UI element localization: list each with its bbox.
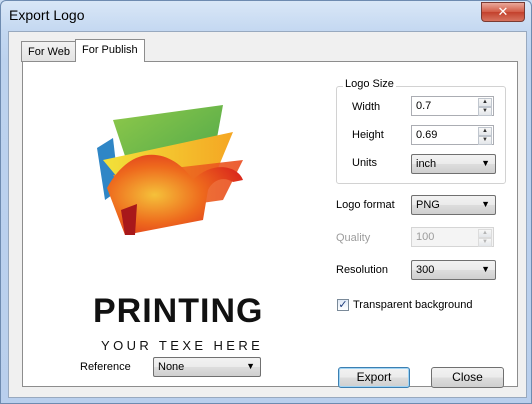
close-button[interactable]: Close	[431, 367, 504, 388]
spin-up-icon: ▲	[478, 229, 492, 238]
resolution-label: Resolution	[336, 264, 388, 276]
export-button[interactable]: Export	[338, 367, 410, 388]
spin-down-icon[interactable]: ▼	[478, 136, 492, 145]
spin-up-icon[interactable]: ▲	[478, 127, 492, 136]
logo-format-label: Logo format	[336, 199, 395, 211]
logo-tagline-text: YOUR TEXE HERE	[101, 338, 264, 353]
window-close-button[interactable]: ✕	[481, 2, 525, 22]
logo-format-select[interactable]: PNG ▼	[411, 195, 496, 215]
window-title: Export Logo	[9, 7, 85, 23]
chevron-down-icon: ▼	[481, 264, 490, 274]
resolution-select[interactable]: 300 ▼	[411, 260, 496, 280]
logo-format-value: PNG	[416, 199, 440, 211]
chevron-down-icon: ▼	[481, 199, 490, 209]
transparent-background-label[interactable]: Transparent background	[353, 299, 472, 311]
transparent-background-checkbox[interactable]: ✓	[337, 299, 349, 311]
width-value: 0.7	[416, 100, 432, 112]
width-label: Width	[352, 101, 381, 113]
reference-select[interactable]: None ▼	[153, 357, 261, 377]
quality-value: 100	[416, 231, 435, 243]
logo-preview-graphic	[97, 105, 243, 235]
quality-spinner: 100 ▲ ▼	[411, 227, 494, 247]
tab-for-web[interactable]: For Web	[21, 41, 77, 62]
height-value: 0.69	[416, 129, 438, 141]
height-spinner[interactable]: 0.69 ▲ ▼	[411, 125, 494, 145]
reference-label: Reference	[80, 361, 131, 373]
resolution-value: 300	[416, 264, 435, 276]
reference-select-value: None	[158, 361, 185, 373]
quality-label: Quality	[336, 232, 371, 244]
units-label: Units	[352, 157, 378, 169]
spin-down-icon: ▼	[478, 238, 492, 247]
height-label: Height	[352, 129, 384, 141]
width-spinner[interactable]: 0.7 ▲ ▼	[411, 96, 494, 116]
units-select-value: inch	[416, 158, 437, 170]
logo-size-group-title: Logo Size	[343, 78, 396, 90]
spin-down-icon[interactable]: ▼	[478, 107, 492, 116]
units-select[interactable]: inch ▼	[411, 154, 496, 174]
chevron-down-icon: ▼	[481, 158, 490, 168]
logo-brand-text: PRINTING	[93, 292, 264, 330]
tab-for-publish[interactable]: For Publish	[75, 39, 145, 62]
spin-up-icon[interactable]: ▲	[478, 98, 492, 107]
chevron-down-icon: ▼	[246, 361, 255, 371]
